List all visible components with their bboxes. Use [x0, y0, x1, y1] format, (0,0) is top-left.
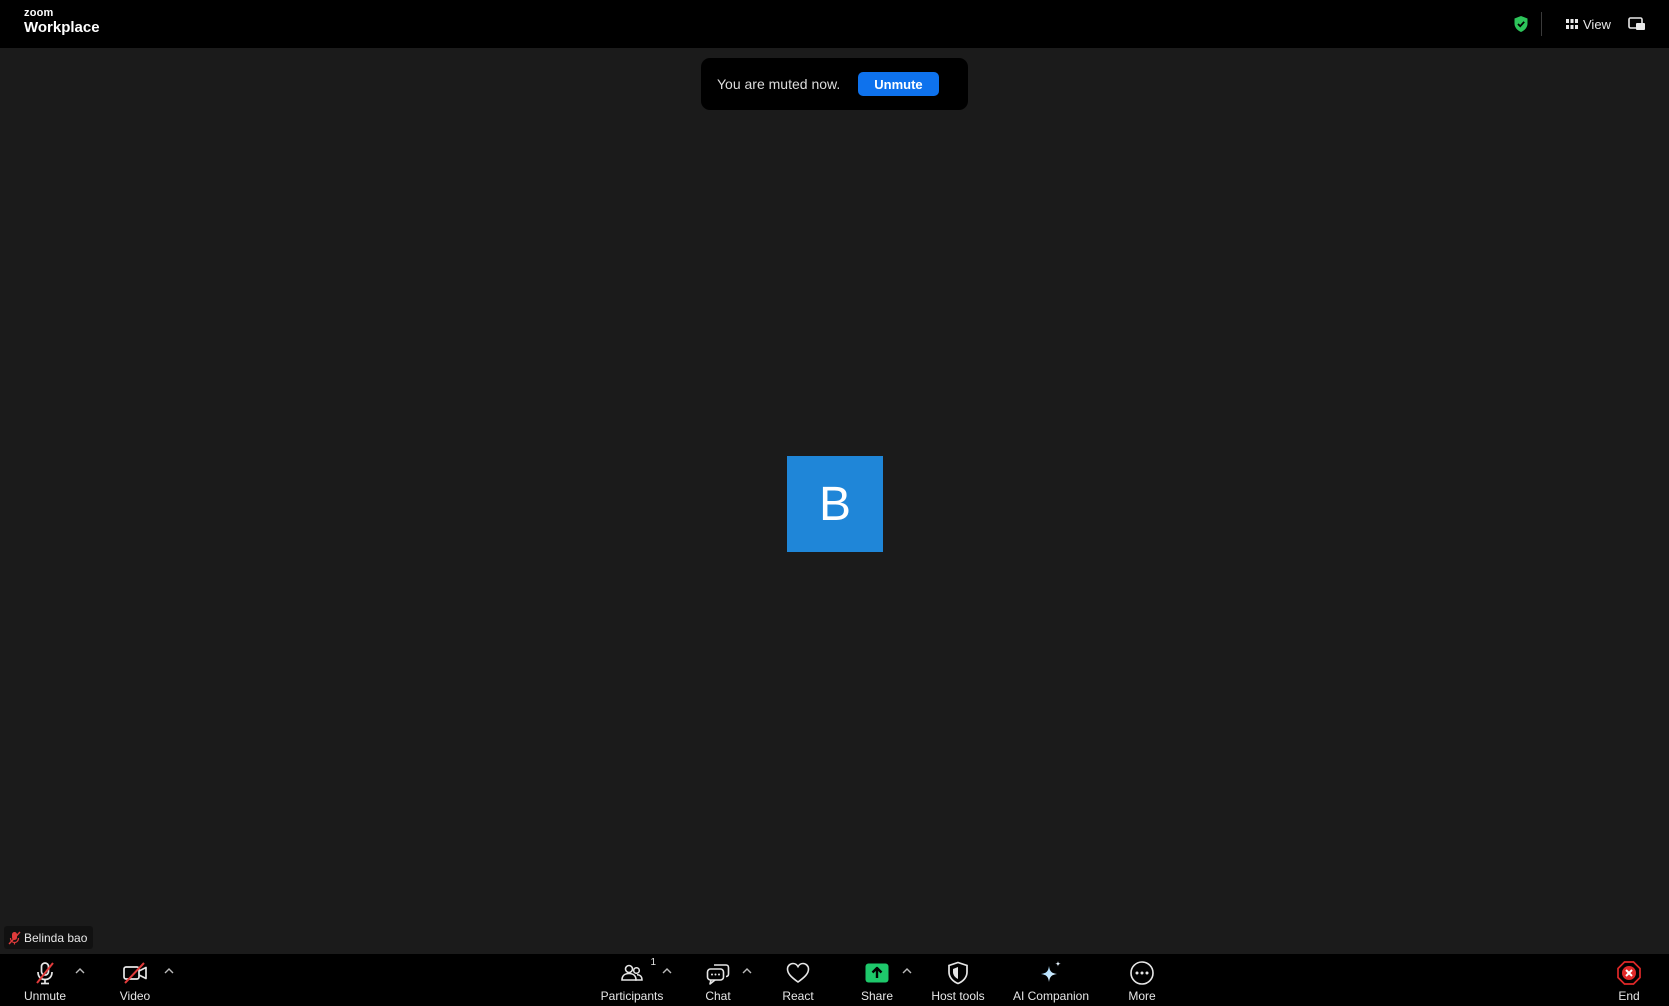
- chevron-up-icon: [164, 968, 174, 974]
- audio-options-caret[interactable]: [75, 961, 87, 974]
- chat-button[interactable]: Chat: [698, 954, 738, 1006]
- screen-icon[interactable]: [1628, 16, 1646, 32]
- react-label: React: [782, 989, 814, 1003]
- heart-icon: [786, 962, 810, 983]
- participants-count: 1: [650, 957, 656, 968]
- chevron-up-icon: [662, 968, 672, 974]
- react-button[interactable]: React: [777, 954, 819, 1006]
- logo-small-text: zoom: [24, 7, 54, 19]
- participants-options-caret[interactable]: [662, 961, 674, 974]
- zoom-workplace-logo: zoom Workplace: [24, 7, 100, 36]
- toast-unmute-button[interactable]: Unmute: [858, 72, 939, 96]
- ai-companion-button[interactable]: AI Companion: [1008, 954, 1094, 1006]
- encryption-shield-icon[interactable]: [1513, 15, 1529, 33]
- chat-options-caret[interactable]: [742, 961, 754, 974]
- share-arrow-icon: [865, 963, 889, 983]
- logo-main-text: Workplace: [24, 19, 100, 36]
- host-tools-label: Host tools: [931, 989, 985, 1003]
- video-button[interactable]: Video: [110, 954, 160, 1006]
- video-off-icon: [123, 962, 147, 984]
- meeting-toolbar: Unmute Video 1 Participants Chat React S…: [0, 954, 1669, 1006]
- sparkle-icon: [1041, 961, 1061, 982]
- participant-name: Belinda bao: [24, 930, 88, 945]
- more-label: More: [1128, 989, 1156, 1003]
- chevron-up-icon: [75, 968, 85, 974]
- end-x-icon: [1617, 961, 1641, 985]
- shield-icon: [948, 961, 968, 985]
- chat-icon: [706, 964, 730, 985]
- topbar-divider: [1541, 12, 1542, 36]
- participants-label: Participants: [600, 989, 664, 1003]
- more-button[interactable]: More: [1122, 954, 1162, 1006]
- grid-icon: [1566, 19, 1578, 29]
- unmute-label: Unmute: [23, 989, 67, 1003]
- video-label: Video: [119, 989, 151, 1003]
- more-dots-icon: [1130, 961, 1154, 985]
- video-options-caret[interactable]: [164, 961, 176, 974]
- unmute-button[interactable]: Unmute: [18, 954, 72, 1006]
- host-tools-button[interactable]: Host tools: [926, 954, 990, 1006]
- mic-muted-icon: [8, 931, 21, 944]
- chevron-up-icon: [742, 968, 752, 974]
- view-label: View: [1583, 16, 1611, 32]
- muted-message: You are muted now.: [717, 76, 841, 92]
- end-label: End: [1618, 989, 1640, 1003]
- participants-button[interactable]: 1 Participants: [596, 954, 668, 1006]
- share-button[interactable]: Share: [857, 954, 897, 1006]
- participant-avatar: B: [787, 456, 883, 552]
- muted-notification: You are muted now. Unmute: [701, 58, 968, 110]
- top-bar: zoom Workplace View: [0, 0, 1669, 48]
- participant-name-tag: Belinda bao: [4, 926, 94, 949]
- share-options-caret[interactable]: [902, 961, 914, 974]
- view-button[interactable]: View: [1566, 14, 1611, 34]
- chat-label: Chat: [705, 989, 731, 1003]
- participants-icon: [621, 964, 643, 981]
- chevron-up-icon: [902, 968, 912, 974]
- share-label: Share: [860, 989, 894, 1003]
- ai-companion-label: AI Companion: [1012, 989, 1090, 1003]
- mic-muted-icon: [36, 962, 54, 985]
- end-meeting-button[interactable]: End: [1614, 954, 1644, 1006]
